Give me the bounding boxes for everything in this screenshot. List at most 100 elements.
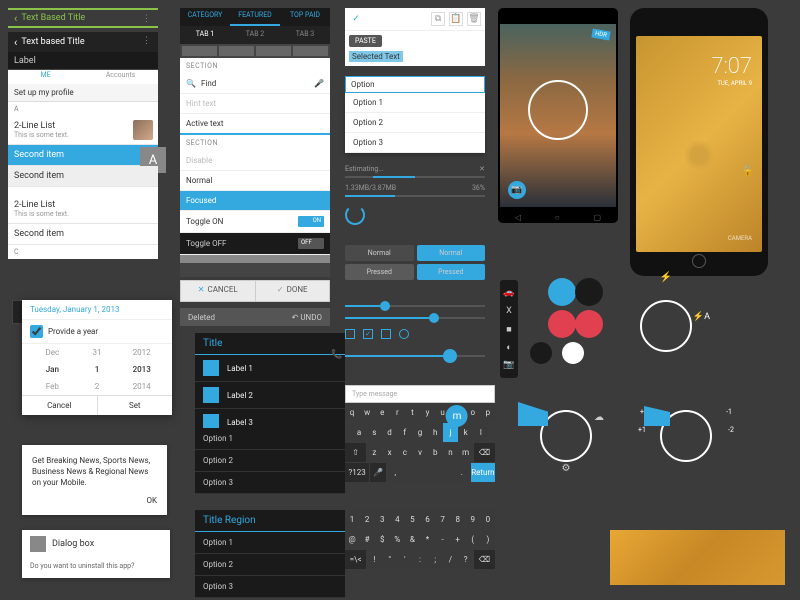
key-6[interactable]: 6: [420, 510, 434, 529]
menu-slice[interactable]: [518, 402, 548, 426]
date-row[interactable]: Feb22014: [22, 378, 172, 395]
key-4[interactable]: 4: [390, 510, 404, 529]
mic-icon[interactable]: 🎤: [314, 79, 324, 88]
key-⌫[interactable]: ⌫: [474, 443, 495, 462]
home-icon[interactable]: ○: [555, 213, 560, 222]
key-sym[interactable]: ;: [428, 550, 442, 569]
gallery-chip[interactable]: [530, 342, 552, 364]
key-⇧[interactable]: ⇧: [345, 443, 366, 462]
key-5[interactable]: 5: [405, 510, 419, 529]
key-x[interactable]: x: [383, 443, 397, 462]
shutter-button[interactable]: 📷: [508, 181, 526, 199]
setup-profile[interactable]: Set up my profile: [8, 84, 158, 102]
title-bar-green[interactable]: ‹ Text Based Title ⋮: [8, 8, 158, 28]
back-icon[interactable]: ◁: [515, 213, 521, 222]
list-item[interactable]: Second item: [8, 224, 158, 245]
key-2[interactable]: 2: [360, 510, 374, 529]
key-m[interactable]: m: [459, 443, 473, 462]
slider[interactable]: [345, 305, 485, 307]
set-button[interactable]: Set: [98, 396, 173, 415]
key-z[interactable]: z: [367, 443, 381, 462]
checkbox[interactable]: [381, 329, 391, 339]
call-slider[interactable]: 📞: [345, 355, 485, 357]
key-sym[interactable]: ": [383, 550, 397, 569]
key-e[interactable]: e: [375, 403, 389, 422]
record-red[interactable]: [548, 310, 576, 338]
undo-button[interactable]: ↶ UNDO: [292, 313, 322, 322]
key-j[interactable]: jm: [443, 423, 457, 442]
key-backspace[interactable]: ⌫: [474, 550, 495, 569]
list-item[interactable]: Label 2: [195, 382, 345, 409]
key-g[interactable]: g: [413, 423, 427, 442]
cancel-button[interactable]: Cancel: [22, 396, 98, 415]
key-v[interactable]: v: [413, 443, 427, 462]
slider[interactable]: [345, 317, 485, 319]
key-)[interactable]: ): [481, 530, 495, 549]
key-symbols[interactable]: ?123: [345, 463, 369, 482]
tab-me[interactable]: ME: [8, 70, 83, 84]
selected-text[interactable]: Selected Text: [349, 51, 403, 62]
dropdown-option[interactable]: Option 2: [345, 113, 485, 133]
done-button[interactable]: ✓DONE: [256, 281, 330, 301]
search-field[interactable]: 🔍 Find 🎤: [180, 74, 330, 94]
icon-box[interactable]: [219, 46, 254, 56]
option-item[interactable]: Option 2: [195, 554, 345, 576]
key-3[interactable]: 3: [375, 510, 389, 529]
key-s[interactable]: s: [367, 423, 381, 442]
checkbox[interactable]: [30, 325, 43, 338]
list-item[interactable]: Second item: [8, 166, 158, 187]
dropdown-option[interactable]: Option 3: [345, 133, 485, 153]
action-icon[interactable]: ⧉: [431, 12, 445, 26]
key-#[interactable]: #: [360, 530, 374, 549]
key-sym[interactable]: ': [398, 550, 412, 569]
zoom-label[interactable]: +1: [638, 426, 646, 434]
tab-category[interactable]: CATEGORY: [180, 8, 230, 26]
overflow-icon[interactable]: ⋮: [142, 36, 152, 46]
key-period[interactable]: .: [454, 463, 470, 482]
option-item[interactable]: Option 1: [195, 428, 345, 450]
key-n[interactable]: n: [443, 443, 457, 462]
camera-label[interactable]: CAMERA: [728, 235, 752, 242]
key-w[interactable]: w: [360, 403, 374, 422]
date-row[interactable]: Dec312012: [22, 344, 172, 361]
key-p[interactable]: p: [481, 403, 495, 422]
key-8[interactable]: 8: [451, 510, 465, 529]
paste-label[interactable]: PASTE: [349, 35, 382, 47]
hint-field[interactable]: Hint text: [180, 94, 330, 114]
list-item-selected[interactable]: Second item A: [8, 145, 158, 166]
toggle-switch[interactable]: ON: [298, 216, 324, 227]
option-item[interactable]: Option 3: [195, 472, 345, 494]
check-icon[interactable]: ✓: [349, 12, 363, 26]
key-0[interactable]: 0: [481, 510, 495, 529]
tab-featured[interactable]: FEATURED: [230, 8, 280, 26]
mode-panorama-icon[interactable]: ◐: [500, 338, 518, 356]
zoom-ring[interactable]: +2 +1 -1 -2: [660, 410, 712, 462]
key-a[interactable]: a: [352, 423, 366, 442]
key-space[interactable]: [404, 463, 452, 482]
key-sym[interactable]: :: [413, 550, 427, 569]
zoom-label[interactable]: -1: [726, 408, 732, 416]
radio[interactable]: [399, 329, 409, 339]
key-y[interactable]: y: [420, 403, 434, 422]
key-+[interactable]: +: [451, 530, 465, 549]
key-sym[interactable]: ?: [459, 550, 473, 569]
key-d[interactable]: d: [382, 423, 396, 442]
button-pressed[interactable]: Pressed: [345, 264, 414, 280]
toggle-on-row[interactable]: Toggle ON ON: [180, 211, 330, 233]
icon-box[interactable]: [256, 46, 291, 56]
list-item-2line[interactable]: 2-Line List This is some text.: [8, 116, 158, 145]
focused-field[interactable]: Focused: [180, 191, 330, 211]
normal-field[interactable]: Normal: [180, 171, 330, 191]
shutter-black[interactable]: [575, 278, 603, 306]
close-icon[interactable]: ✕: [479, 165, 485, 173]
unlock-ring[interactable]: [681, 137, 717, 173]
lockscreen[interactable]: 7:07 TUE, APRIL 9 🔓 CAMERA: [636, 36, 762, 252]
tab-3[interactable]: TAB 3: [280, 26, 330, 44]
cancel-button[interactable]: ✕CANCEL: [181, 281, 256, 301]
dropdown-option[interactable]: Option 1: [345, 93, 485, 113]
flash-auto-icon[interactable]: ⚡A: [693, 312, 710, 322]
active-field[interactable]: Active text: [180, 114, 330, 135]
key--[interactable]: -: [436, 530, 450, 549]
checkbox[interactable]: [345, 329, 355, 339]
key-9[interactable]: 9: [466, 510, 480, 529]
